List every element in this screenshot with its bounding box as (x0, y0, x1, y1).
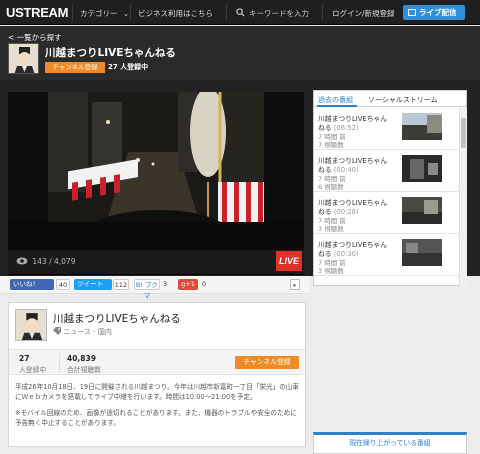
description-paragraph: 平成26年10月18日、19日に開催される川越まつり。今年は川越市新富町一丁目「… (15, 383, 299, 401)
channel-description: 平成26年10月18日、19日に開催される川越まつり。今年は川越市新富町一丁目「… (15, 382, 303, 434)
channel-header: < 一覧から探す 川越まつりLIVEちゃんねる チャンネル登録 27 人登録中 (0, 26, 480, 80)
search-input[interactable]: キーワードを入力 (249, 8, 309, 19)
nav-divider (322, 4, 323, 21)
program-meta: 7 時間 前3 視聴数 (318, 217, 346, 233)
active-tab-indicator (317, 105, 357, 107)
side-scrollbar[interactable] (459, 108, 467, 286)
video-frame (8, 92, 304, 254)
total-views-number: 40,839 (67, 354, 96, 363)
scrollbar-thumb[interactable] (461, 118, 466, 148)
login-link[interactable]: ログイン/新規登録 (332, 8, 395, 19)
facebook-like-button[interactable]: いいね！ (10, 279, 54, 290)
facebook-count: 40 (56, 279, 70, 290)
program-title: 川越まつりLIVEちゃん ねる (00:28) (318, 199, 388, 216)
video-player[interactable] (8, 92, 304, 275)
info-avatar[interactable] (15, 309, 47, 341)
tab-social-stream[interactable]: ソーシャルストリーム (368, 95, 438, 105)
tweet-button[interactable]: ツイート (74, 279, 112, 290)
search-icon[interactable] (236, 8, 245, 17)
list-item[interactable]: 川越まつりLIVEちゃん ねる (00:28) 7 時間 前3 視聴数 (314, 192, 459, 234)
google-plus-count: 0 (202, 280, 207, 288)
share-more-button[interactable]: ▸ (290, 279, 300, 290)
program-meta: 7 時間 前3 視聴数 (318, 259, 346, 275)
program-meta: 7 時間 前6 視聴数 (318, 175, 346, 191)
channel-info-card: 川越まつりLIVEちゃんねる ニュース - 国内 27 人登録中 40,839 … (8, 302, 306, 447)
tab-past-programs[interactable]: 過去の番組 (318, 95, 353, 105)
category-menu[interactable]: カテゴリー ⌄ (80, 8, 129, 19)
category-label: ニュース - 国内 (63, 328, 112, 336)
program-title: 川越まつりLIVEちゃん ねる (06:52) (318, 115, 388, 132)
nav-divider (130, 4, 131, 21)
program-thumbnail[interactable] (402, 113, 442, 140)
nav-divider (72, 4, 73, 21)
list-item[interactable]: 川越まつりLIVEちゃん ねる (00:30) 7 時間 前3 視聴数 (314, 234, 459, 276)
program-thumbnail[interactable] (402, 239, 442, 266)
program-title: 川越まつりLIVEちゃん ねる (00:30) (318, 241, 388, 258)
google-plus-button[interactable]: g+1 (178, 279, 198, 290)
back-to-list-link[interactable]: < 一覧から探す (8, 32, 62, 43)
view-counter: 143 / 4,079 (16, 257, 75, 266)
subscriber-count-label: 人登録中 (19, 366, 47, 374)
subscribe-button-header[interactable]: チャンネル登録 (45, 62, 105, 73)
live-badge: LIVE (276, 251, 302, 271)
channel-stats: 27 人登録中 40,839 合計視聴数 チャンネル登録 (9, 349, 305, 375)
program-meta: 7 時間 前7 視聴数 (318, 133, 346, 149)
past-programs-panel: 過去の番組 ソーシャルストリーム 川越まつりLIVEちゃん ねる (06:52) … (313, 90, 467, 286)
chevron-down-icon: ⌄ (122, 9, 130, 18)
side-tabs: 過去の番組 ソーシャルストリーム (314, 91, 466, 107)
live-broadcast-button[interactable]: ライブ配信 (403, 5, 465, 20)
ustream-logo[interactable]: USTREAM (6, 5, 68, 20)
business-link[interactable]: ビジネス利用はこちら (138, 8, 213, 19)
video-controls: 143 / 4,079 LIVE (8, 250, 304, 274)
category-label: カテゴリー (80, 9, 118, 18)
nav-divider (226, 4, 227, 21)
category-tag[interactable]: ニュース - 国内 (53, 327, 112, 337)
hatena-bookmark-button[interactable]: B! ブクマ (134, 279, 160, 300)
channel-avatar[interactable] (8, 43, 39, 74)
subscriber-count: 27 人登録中 (108, 63, 149, 71)
program-list: 川越まつりLIVEちゃん ねる (06:52) 7 時間 前7 視聴数 川越まつり… (314, 108, 459, 278)
tag-icon (53, 327, 61, 335)
description-note: ※モバイル回線のため、画像が途切れることがあります。また、機器のトラブルや安全の… (15, 409, 297, 427)
channel-title: 川越まつりLIVEちゃんねる (45, 47, 176, 59)
tweet-count: 112 (113, 279, 129, 290)
stats-divider (59, 353, 60, 373)
social-share-bar: いいね！ 40 ツイート 112 B! ブクマ 3 g+1 0 ▸ (0, 276, 310, 300)
program-title: 川越まつりLIVEちゃん ねる (00:40) (318, 157, 388, 174)
camera-icon (408, 9, 416, 16)
live-broadcast-label: ライブ配信 (419, 8, 457, 17)
subscriber-count-number: 27 (19, 354, 30, 363)
program-thumbnail[interactable] (402, 155, 442, 182)
top-nav: USTREAM カテゴリー ⌄ ビジネス利用はこちら キーワードを入力 ログイン… (0, 0, 480, 25)
subscribe-button[interactable]: チャンネル登録 (235, 356, 299, 369)
samurai-avatar-icon (9, 44, 38, 73)
samurai-avatar-icon (16, 310, 46, 340)
view-count-text: 143 / 4,079 (32, 257, 76, 266)
program-thumbnail[interactable] (402, 197, 442, 224)
eye-icon (16, 257, 28, 265)
total-views-label: 合計視聴数 (67, 366, 101, 374)
hatena-count: 3 (163, 280, 168, 288)
related-programs-tab[interactable]: 現在繰り上がっている番組 (313, 432, 467, 454)
info-title: 川越まつりLIVEちゃんねる (53, 313, 181, 325)
list-item[interactable]: 川越まつりLIVEちゃん ねる (06:52) 7 時間 前7 視聴数 (314, 108, 459, 150)
list-item[interactable]: 川越まつりLIVEちゃん ねる (00:40) 7 時間 前6 視聴数 (314, 150, 459, 192)
